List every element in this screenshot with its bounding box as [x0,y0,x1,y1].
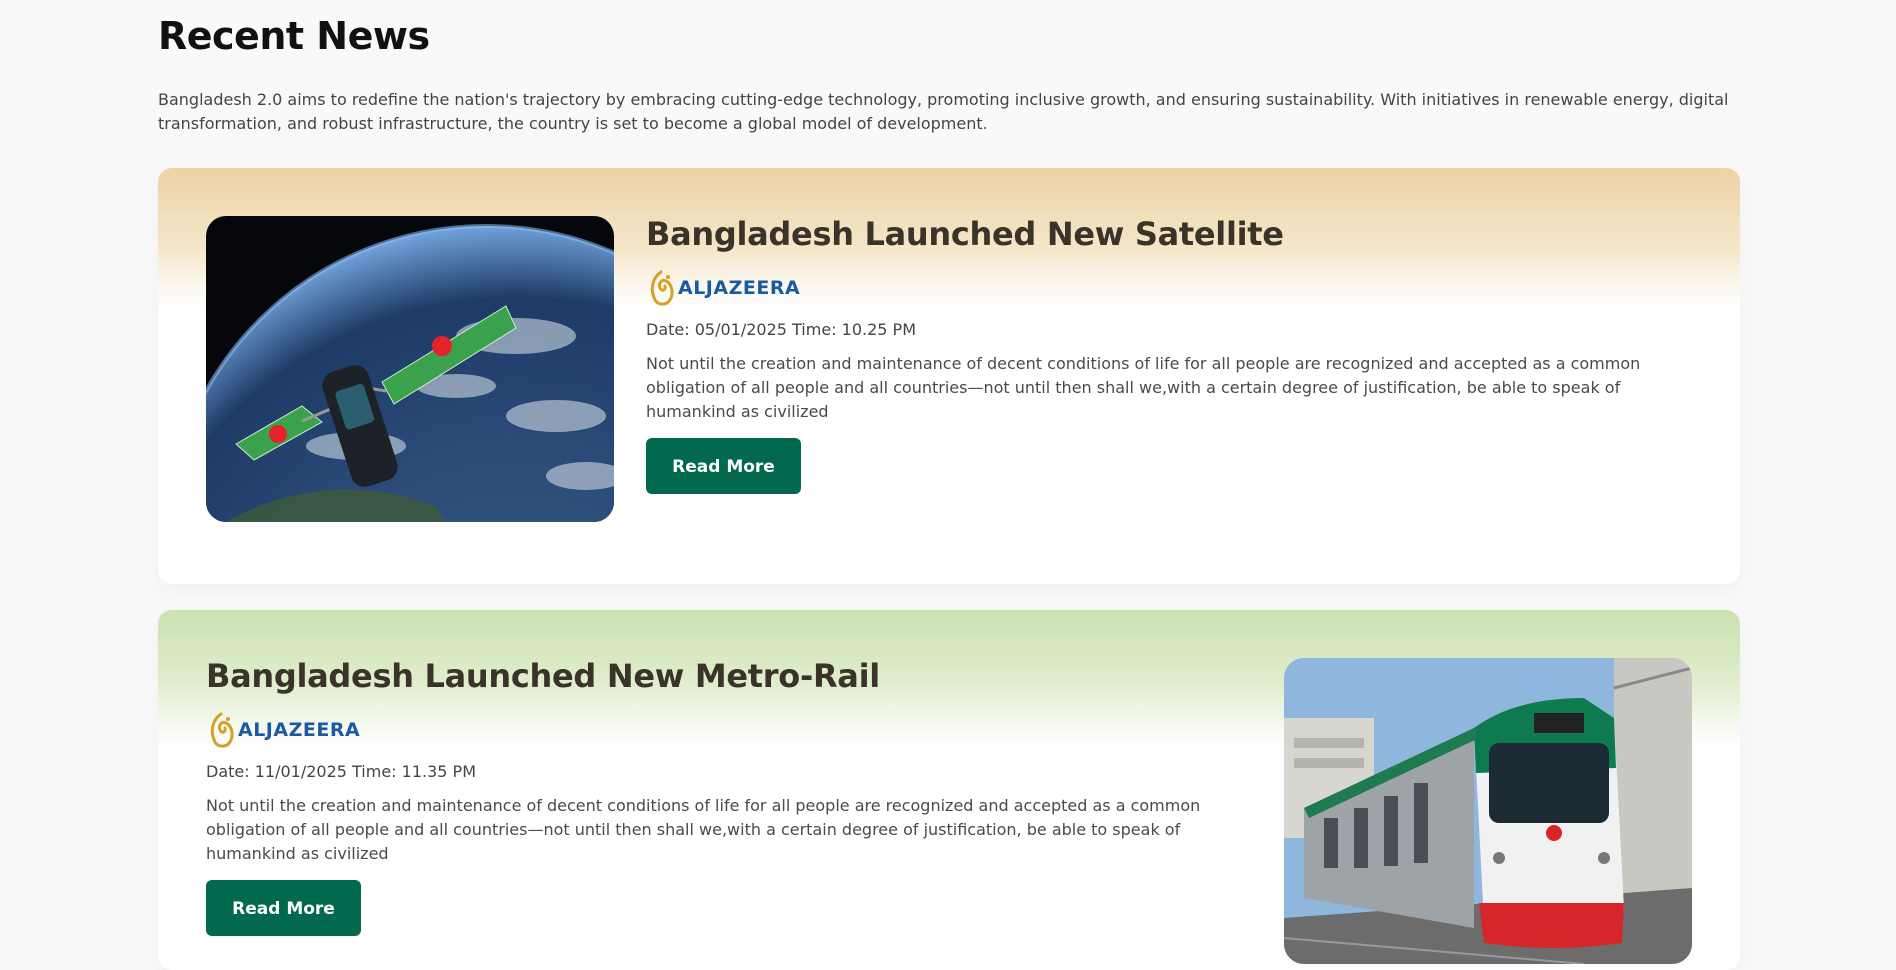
news-title[interactable]: Bangladesh Launched New Satellite [646,214,1706,254]
news-title[interactable]: Bangladesh Launched New Metro-Rail [206,656,1266,696]
source-name: ALJAZEERA [678,277,801,299]
aljazeera-logo-icon [650,270,674,306]
news-summary: Not until the creation and maintenance o… [646,354,1641,421]
page-title: Recent News [158,14,430,58]
read-more-button[interactable]: Read More [646,438,801,494]
satellite-image[interactable] [206,216,614,522]
news-date-time: Date: 11/01/2025 Time: 11.35 PM [206,762,476,781]
news-card-body: Bangladesh Launched New Satellite ALJAZE… [646,214,1706,494]
news-source: ALJAZEERA [646,268,1706,308]
news-date-time: Date: 05/01/2025 Time: 10.25 PM [646,320,916,339]
metro-rail-image[interactable] [1284,658,1692,964]
news-card-body: Bangladesh Launched New Metro-Rail ALJAZ… [206,656,1266,936]
source-name: ALJAZEERA [238,719,361,741]
news-source: ALJAZEERA [206,710,1266,750]
news-card-satellite: Bangladesh Launched New Satellite ALJAZE… [158,168,1740,584]
aljazeera-logo-icon [210,712,234,748]
intro-text: Bangladesh 2.0 aims to redefine the nati… [158,90,1729,133]
read-more-button[interactable]: Read More [206,880,361,936]
news-card-metro-rail: Bangladesh Launched New Metro-Rail ALJAZ… [158,610,1740,970]
news-summary: Not until the creation and maintenance o… [206,796,1201,863]
